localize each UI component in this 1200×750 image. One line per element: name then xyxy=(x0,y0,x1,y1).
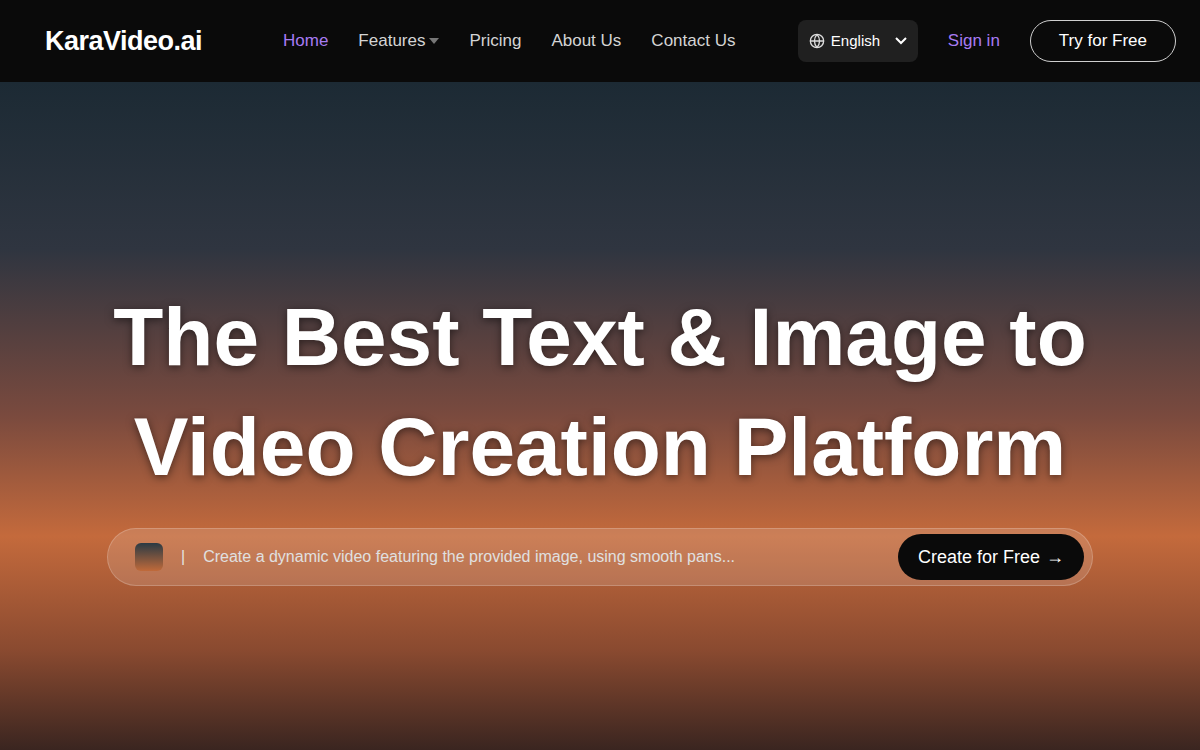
nav-item[interactable]: Pricing xyxy=(469,28,521,54)
prompt-bar[interactable]: | Create a dynamic video featuring the pr… xyxy=(107,528,1093,586)
hero: The Best Text & Image to Video Creation … xyxy=(0,82,1200,750)
caret-down-icon xyxy=(429,38,439,44)
nav-item[interactable]: About Us xyxy=(551,28,621,54)
create-button[interactable]: Create for Free→ xyxy=(898,534,1084,580)
chevron-down-icon xyxy=(895,37,907,45)
hero-title: The Best Text & Image to Video Creation … xyxy=(100,282,1100,502)
nav-item[interactable]: Home xyxy=(283,28,328,54)
image-thumbnail[interactable] xyxy=(135,543,163,571)
sign-in-link[interactable]: Sign in xyxy=(948,28,1000,54)
main-nav: Home Features Pricing About Us Contact Us xyxy=(283,28,735,54)
globe-icon xyxy=(809,33,825,49)
nav-item[interactable]: Contact Us xyxy=(651,28,735,54)
nav-item[interactable]: Features xyxy=(358,28,439,54)
logo[interactable]: KaraVideo.ai xyxy=(45,21,283,62)
page: KaraVideo.aiHome Features Pricing About Us C… xyxy=(0,0,1200,750)
prompt-placeholder[interactable]: Create a dynamic video featuring the pro… xyxy=(203,545,888,569)
header: KaraVideo.aiHome Features Pricing About Us C… xyxy=(0,0,1200,82)
language-select[interactable]: English xyxy=(798,20,918,62)
try-free-button[interactable]: Try for Free xyxy=(1030,20,1176,62)
arrow-right-icon: → xyxy=(1046,544,1064,571)
prompt-separator: | xyxy=(181,545,185,569)
